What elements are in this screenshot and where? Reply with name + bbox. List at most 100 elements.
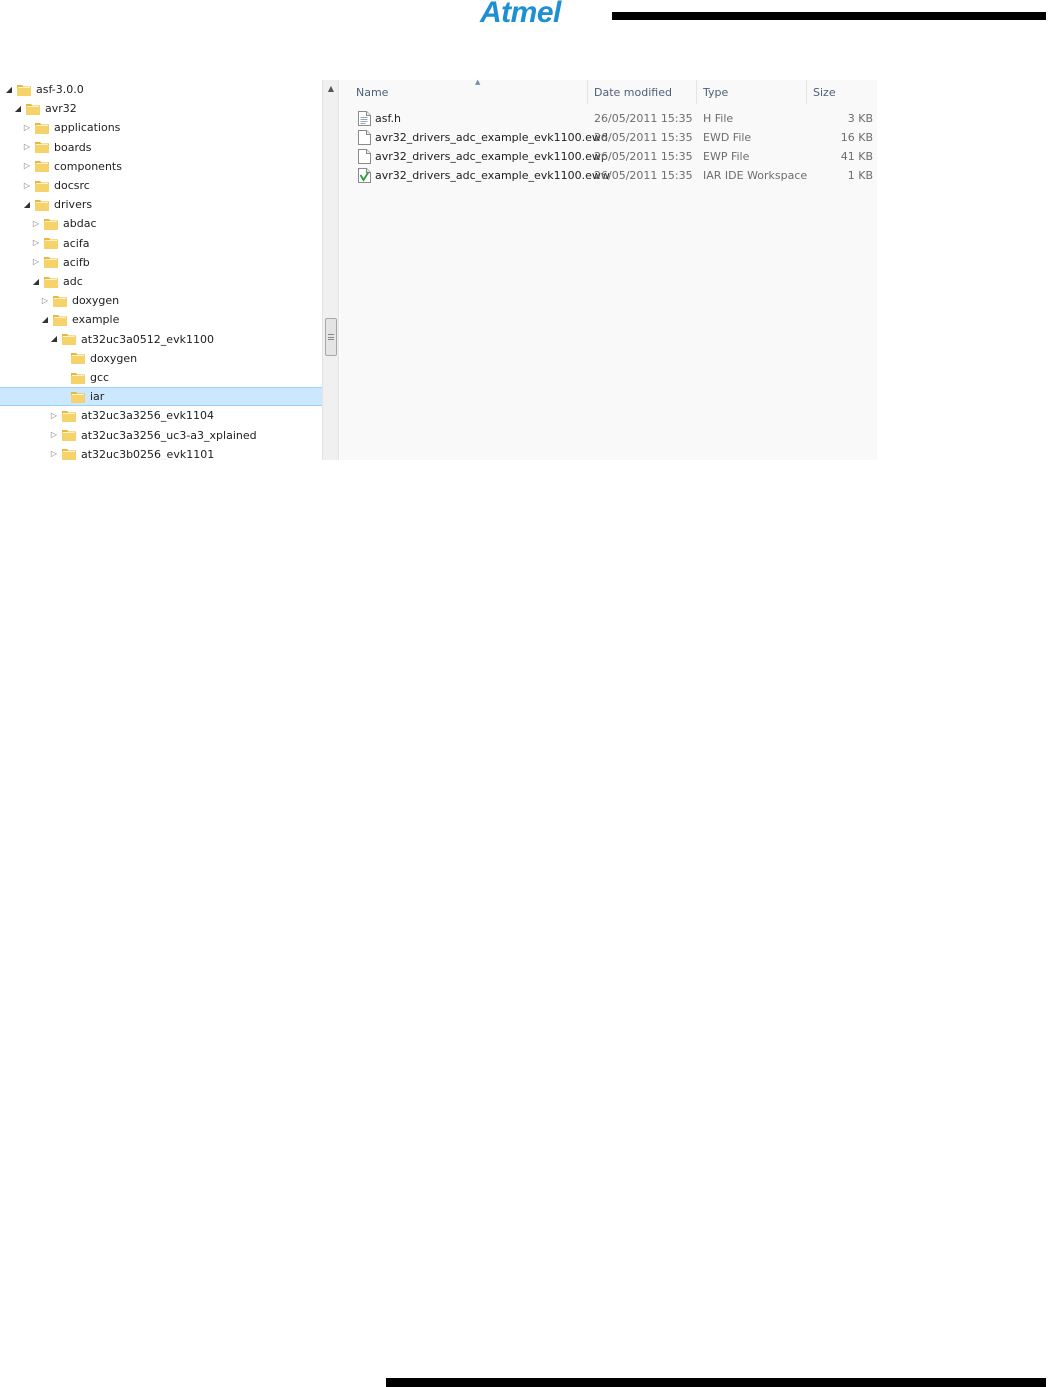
collapsed-arrow-icon[interactable]: ▷ bbox=[40, 296, 50, 306]
tree-item-label: iar bbox=[90, 390, 105, 404]
collapsed-arrow-icon[interactable]: ▷ bbox=[22, 123, 32, 133]
scroll-thumb[interactable] bbox=[325, 318, 337, 356]
tree-item-label: boards bbox=[54, 140, 92, 154]
tree-item[interactable]: ◢ at32uc3a0512_evk1100 bbox=[0, 330, 322, 349]
folder-icon bbox=[25, 102, 41, 116]
header-rule bbox=[612, 12, 1046, 20]
file-name: avr32_drivers_adc_example_evk1100.eww bbox=[375, 169, 610, 182]
tree-item[interactable]: ▷ applications bbox=[0, 118, 322, 137]
folder-icon bbox=[16, 83, 32, 97]
tree-item-label: applications bbox=[54, 121, 121, 135]
tree-item[interactable]: ▷ components bbox=[0, 157, 322, 176]
tree-item-label: drivers bbox=[54, 198, 93, 212]
folder-icon bbox=[34, 159, 50, 173]
file-date: 26/05/2011 15:35 bbox=[594, 169, 693, 182]
tree-item[interactable]: ◢ adc bbox=[0, 272, 322, 291]
tree-item-label: acifa bbox=[63, 236, 90, 250]
expanded-arrow-icon[interactable]: ◢ bbox=[40, 315, 50, 325]
collapsed-arrow-icon[interactable]: ▷ bbox=[31, 238, 41, 248]
column-header-date[interactable]: Date modified bbox=[588, 80, 697, 104]
tree-item[interactable]: ◢ asf-3.0.0 bbox=[0, 80, 322, 99]
folder-icon bbox=[43, 275, 59, 289]
folder-tree[interactable]: ◢ asf-3.0.0 ◢ avr32 ▷ applications ▷ boards ▷ com… bbox=[0, 80, 322, 460]
tree-item[interactable]: iar bbox=[0, 387, 322, 407]
tree-item[interactable]: ▷ at32uc3a3256_evk1104 bbox=[0, 406, 322, 425]
expanded-arrow-icon[interactable]: ◢ bbox=[49, 334, 59, 344]
tree-item[interactable]: ▷ at32uc3b0256_evk1101 bbox=[0, 445, 322, 460]
tree-item[interactable]: ▷ abdac bbox=[0, 214, 322, 233]
tree-item[interactable]: ◢ example bbox=[0, 310, 322, 329]
folder-icon bbox=[70, 390, 86, 404]
tree-item[interactable]: ▷ docsrc bbox=[0, 176, 322, 195]
folder-icon bbox=[61, 409, 77, 423]
folder-icon bbox=[34, 198, 50, 212]
scroll-up-icon[interactable]: ▲ bbox=[325, 83, 337, 95]
blank-file-icon bbox=[358, 149, 371, 164]
tree-item[interactable]: ▷ at32uc3a3256_uc3-a3_xplained bbox=[0, 426, 322, 445]
tree-item-label: abdac bbox=[63, 217, 97, 231]
column-header-size[interactable]: Size bbox=[807, 80, 877, 104]
file-type: H File bbox=[703, 112, 734, 125]
file-name: avr32_drivers_adc_example_evk1100.ewd bbox=[375, 131, 608, 144]
collapsed-arrow-icon[interactable]: ▷ bbox=[49, 430, 59, 440]
collapsed-arrow-icon[interactable]: ▷ bbox=[31, 219, 41, 229]
expanded-arrow-icon[interactable]: ◢ bbox=[4, 85, 14, 95]
file-row[interactable]: asf.h 26/05/2011 15:35 H File 3 KB bbox=[340, 109, 877, 128]
file-date: 26/05/2011 15:35 bbox=[594, 112, 693, 125]
text-file-icon bbox=[358, 111, 371, 126]
folder-icon bbox=[43, 217, 59, 231]
collapsed-arrow-icon[interactable]: ▷ bbox=[31, 257, 41, 267]
collapsed-arrow-icon[interactable]: ▷ bbox=[22, 142, 32, 152]
tree-item-label: docsrc bbox=[54, 179, 90, 192]
file-list: Name ▲ Date modified Type Size asf.h 26/0… bbox=[340, 78, 877, 460]
file-date: 26/05/2011 15:35 bbox=[594, 131, 693, 144]
expanded-arrow-icon[interactable]: ◢ bbox=[13, 104, 23, 114]
tree-item-label: at32uc3a3256_evk1104 bbox=[81, 409, 214, 423]
folder-icon bbox=[34, 121, 50, 135]
folder-icon bbox=[43, 255, 59, 269]
column-header-name[interactable]: Name ▲ bbox=[350, 78, 588, 104]
tree-item[interactable]: ▷ acifa bbox=[0, 234, 322, 253]
tree-item-label: adc bbox=[63, 275, 83, 288]
tree-item-label: at32uc3a0512_evk1100 bbox=[81, 332, 214, 346]
file-name: avr32_drivers_adc_example_evk1100.ewp bbox=[375, 150, 608, 163]
tree-item-label: doxygen bbox=[90, 351, 138, 365]
tree-item[interactable]: ▷ doxygen bbox=[0, 291, 322, 310]
folder-icon bbox=[52, 313, 68, 327]
footer-rule bbox=[386, 1378, 1046, 1387]
tree-item-label: avr32 bbox=[45, 102, 77, 116]
file-size: 1 KB bbox=[847, 169, 873, 182]
tree-item[interactable]: ◢ drivers bbox=[0, 195, 322, 214]
expanded-arrow-icon[interactable]: ◢ bbox=[31, 277, 41, 287]
tree-item[interactable]: ▷ boards bbox=[0, 138, 322, 157]
file-row[interactable]: avr32_drivers_adc_example_evk1100.ewd 26/… bbox=[340, 128, 877, 147]
column-header-type[interactable]: Type bbox=[697, 80, 807, 104]
collapsed-arrow-icon[interactable]: ▷ bbox=[22, 161, 32, 171]
file-row[interactable]: avr32_drivers_adc_example_evk1100.ewp 26/… bbox=[340, 147, 877, 166]
column-size-label: Size bbox=[813, 85, 836, 99]
collapsed-arrow-icon[interactable]: ▷ bbox=[22, 181, 32, 191]
file-size: 3 KB bbox=[847, 112, 873, 125]
file-type: EWP File bbox=[703, 150, 750, 163]
folder-icon bbox=[34, 140, 50, 154]
file-explorer: ◢ asf-3.0.0 ◢ avr32 ▷ applications ▷ boards ▷ com… bbox=[0, 78, 877, 460]
tree-item-label: gcc bbox=[90, 371, 110, 384]
expanded-arrow-icon[interactable]: ◢ bbox=[22, 200, 32, 210]
collapsed-arrow-icon[interactable]: ▷ bbox=[49, 449, 59, 459]
tree-item[interactable]: ▷ acifb bbox=[0, 253, 322, 272]
tree-item[interactable]: doxygen bbox=[0, 349, 322, 368]
tree-item[interactable]: gcc bbox=[0, 368, 322, 387]
iar-workspace-icon bbox=[358, 168, 371, 183]
tree-item-label: acifb bbox=[63, 255, 90, 269]
folder-icon bbox=[61, 447, 77, 460]
tree-item[interactable]: ◢ avr32 bbox=[0, 99, 322, 118]
tree-item-label: at32uc3b0256_evk1101 bbox=[81, 447, 215, 460]
column-date-label: Date modified bbox=[594, 85, 672, 99]
tree-scrollbar[interactable]: ▲ bbox=[322, 80, 339, 460]
folder-icon bbox=[61, 332, 77, 346]
file-row[interactable]: avr32_drivers_adc_example_evk1100.eww 26/… bbox=[340, 166, 877, 185]
collapsed-arrow-icon[interactable]: ▷ bbox=[49, 411, 59, 421]
